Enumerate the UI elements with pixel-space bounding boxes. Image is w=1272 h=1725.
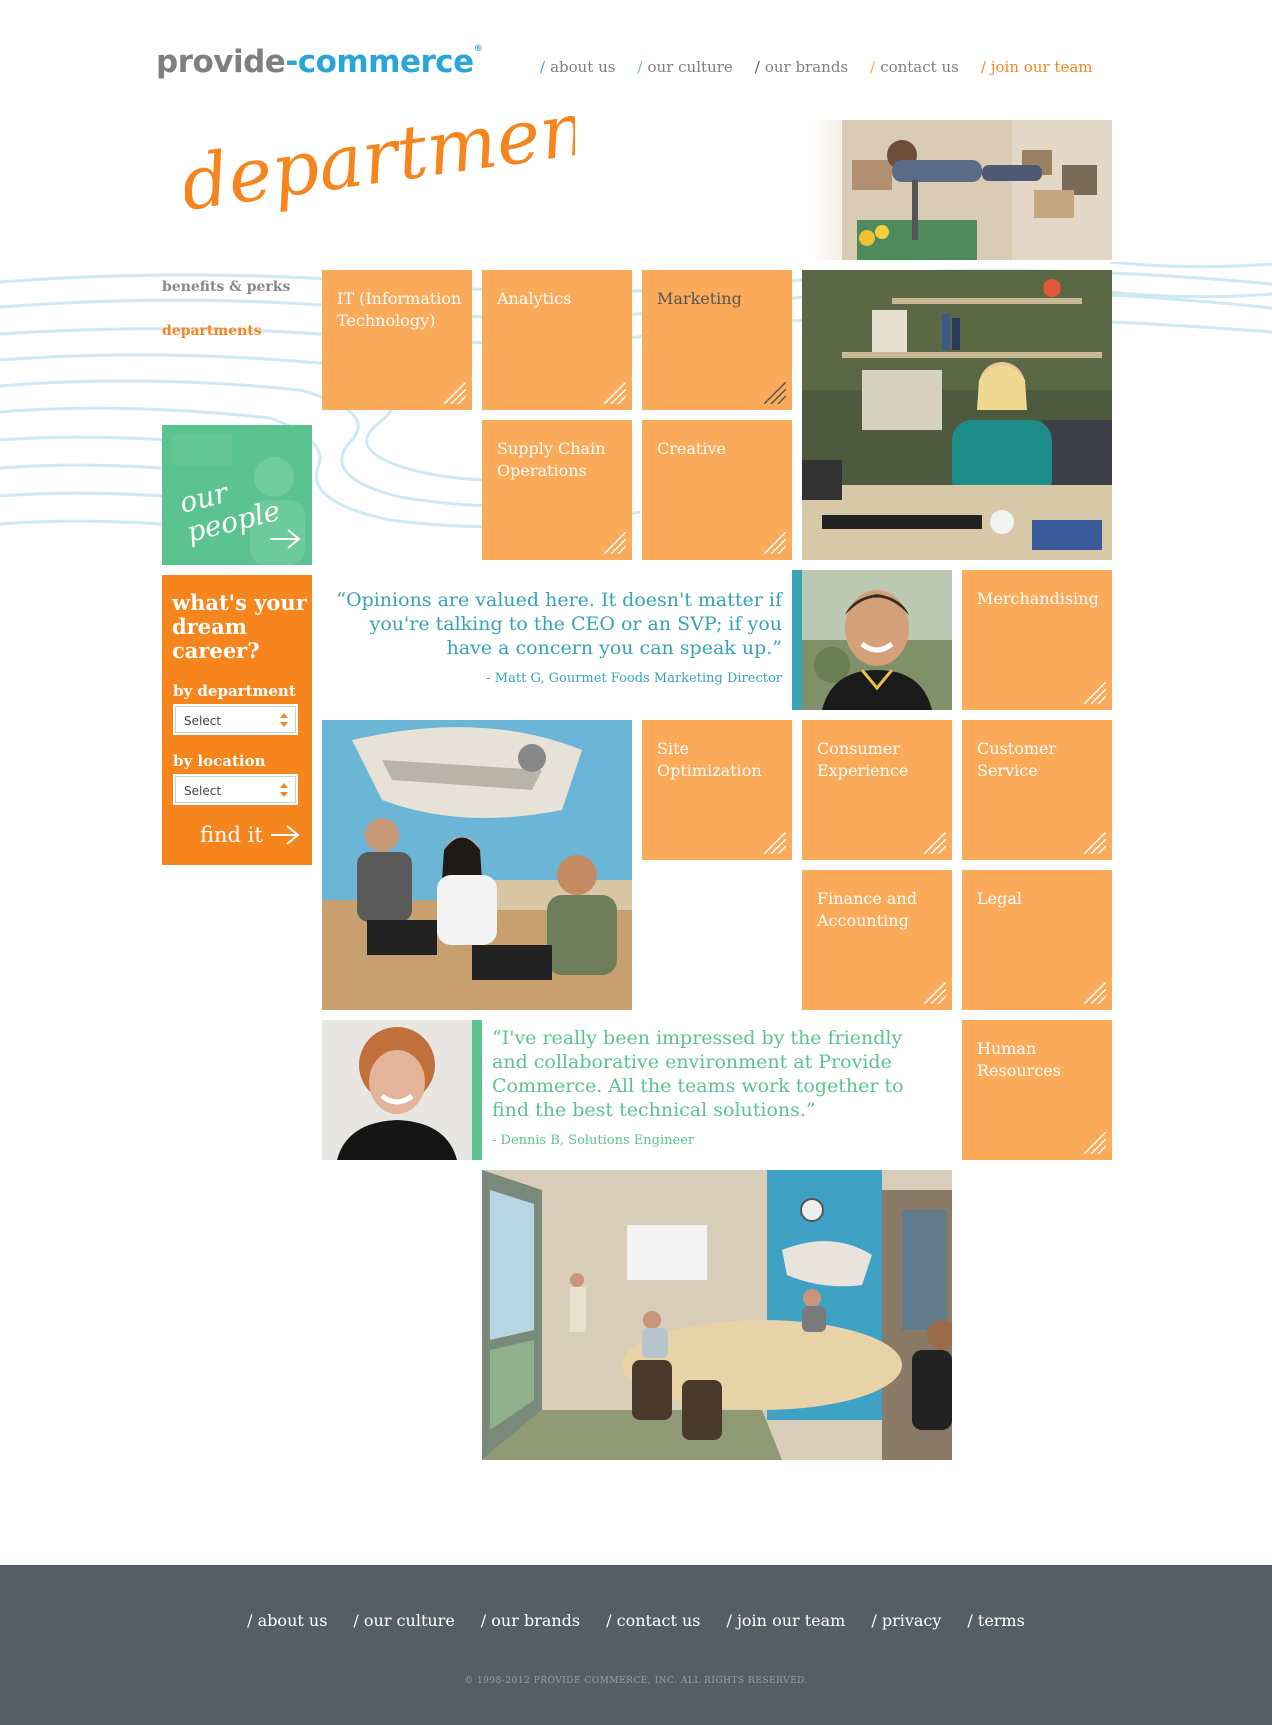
tile-customer-service[interactable]: Customer Service (962, 720, 1112, 860)
footer-link-contact-us[interactable]: / contact us (606, 1611, 700, 1630)
quote-dennis-text: “I've really been impressed by the frien… (492, 1027, 904, 1121)
footer-nav: / about us / our culture / our brands / … (0, 1611, 1272, 1630)
tile-site-optimization[interactable]: Site Optimization (642, 720, 792, 860)
corner-stripes-icon (604, 382, 626, 404)
select-arrows-icon (280, 783, 288, 797)
corner-stripes-icon (444, 382, 466, 404)
corner-stripes-icon (764, 382, 786, 404)
corner-stripes-icon (1084, 982, 1106, 1004)
tile-merchandising[interactable]: Merchandising (962, 570, 1112, 710)
corner-stripes-icon (1084, 832, 1106, 854)
sidebar-link-benefits[interactable]: benefits & perks (162, 279, 290, 295)
department-select[interactable]: Select (173, 704, 298, 735)
nav-our-brands[interactable]: / our brands (755, 58, 848, 76)
quote-matt-text: “Opinions are valued here. It doesn't ma… (336, 589, 782, 659)
nav-join-our-team[interactable]: / join our team (981, 58, 1093, 76)
footer-link-our-culture[interactable]: / our culture (353, 1611, 454, 1630)
photographer-photo (812, 120, 1112, 260)
arrow-right-icon (270, 825, 300, 845)
office-photo (802, 270, 1112, 560)
tile-human-resources[interactable]: Human Resources (962, 1020, 1112, 1160)
dennis-portrait (322, 1020, 472, 1160)
tile-analytics[interactable]: Analytics (482, 270, 632, 410)
copyright: © 1998-2012 PROVIDE COMMERCE, INC. ALL R… (464, 1676, 808, 1686)
footer-link-terms[interactable]: / terms (967, 1611, 1024, 1630)
arrow-right-icon (270, 529, 301, 549)
corner-stripes-icon (764, 832, 786, 854)
career-finder: what's your dream career? by department … (162, 575, 312, 865)
career-heading: what's your dream career? (172, 590, 307, 663)
location-select[interactable]: Select (173, 774, 298, 805)
corner-stripes-icon (764, 532, 786, 554)
quote-dennis-attribution: - Dennis B, Solutions Engineer (492, 1133, 695, 1148)
logo[interactable]: provide-commerce® (156, 44, 483, 80)
nav-contact-us[interactable]: / contact us (870, 58, 959, 76)
footer-link-about-us[interactable]: / about us (247, 1611, 327, 1630)
top-nav: / about us / our culture / our brands / cont… (540, 58, 1092, 76)
page-title: departments (176, 76, 660, 250)
tile-legal[interactable]: Legal (962, 870, 1112, 1010)
quote-accent-bar (472, 1020, 482, 1160)
nav-about-us[interactable]: / about us (540, 58, 615, 76)
page-title-text: departments (185, 100, 575, 228)
quote-accent-bar (792, 570, 802, 710)
corner-stripes-icon (924, 832, 946, 854)
footer-link-our-brands[interactable]: / our brands (481, 1611, 580, 1630)
by-location-label: by location (173, 752, 266, 770)
footer: / about us / our culture / our brands / … (0, 1565, 1272, 1725)
nav-our-culture[interactable]: / our culture (637, 58, 732, 76)
by-department-label: by department (173, 682, 296, 700)
quote-matt-attribution: - Matt G, Gourmet Foods Marketing Direct… (486, 671, 782, 686)
conference-room-photo (482, 1170, 952, 1460)
tile-marketing[interactable]: Marketing (642, 270, 792, 410)
find-it-button[interactable]: find it (200, 823, 301, 847)
select-arrows-icon (280, 713, 288, 727)
team-laptops-photo (322, 720, 632, 1010)
footer-link-privacy[interactable]: / privacy (871, 1611, 941, 1630)
corner-stripes-icon (1084, 1132, 1106, 1154)
corner-stripes-icon (604, 532, 626, 554)
tile-it[interactable]: IT (Information Technology) (322, 270, 472, 410)
tile-creative[interactable]: Creative (642, 420, 792, 560)
corner-stripes-icon (1084, 682, 1106, 704)
sidebar-link-departments[interactable]: departments (162, 323, 262, 339)
corner-stripes-icon (924, 982, 946, 1004)
footer-link-join-our-team[interactable]: / join our team (726, 1611, 845, 1630)
tile-finance[interactable]: Finance and Accounting (802, 870, 952, 1010)
matt-portrait (802, 570, 952, 710)
tile-consumer-experience[interactable]: Consumer Experience (802, 720, 952, 860)
tile-supply-chain[interactable]: Supply Chain Operations (482, 420, 632, 560)
our-people-link[interactable]: our people (162, 425, 312, 565)
